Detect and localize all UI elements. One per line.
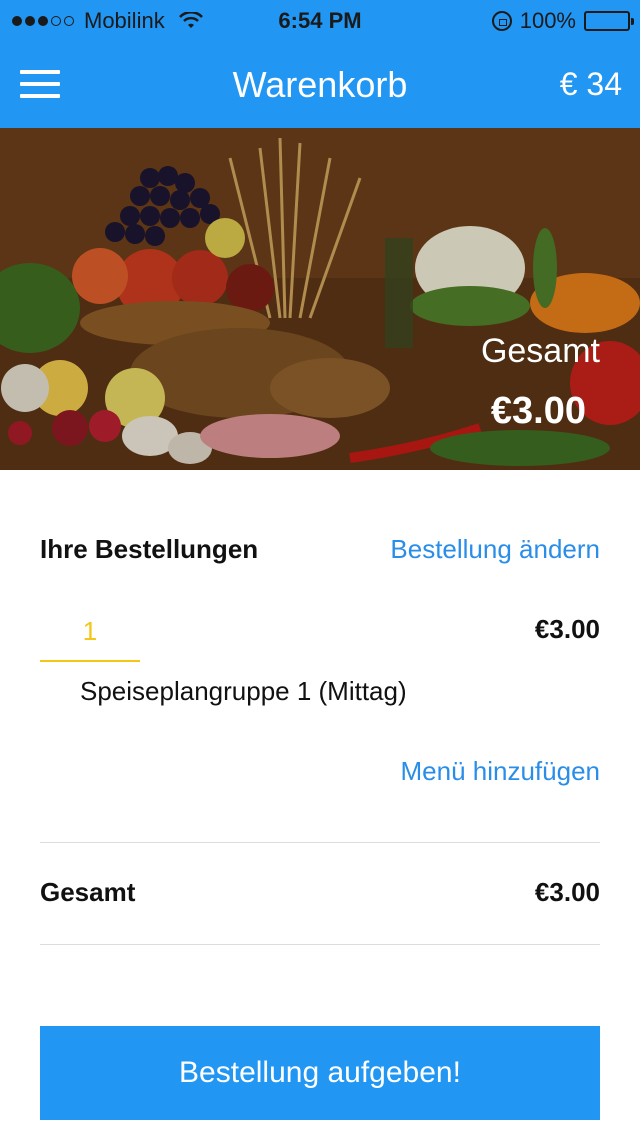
app-header: Mobilink 6:54 PM 100% Warenkorb € 34 — [0, 0, 640, 128]
status-bar: Mobilink 6:54 PM 100% — [0, 0, 640, 40]
hero-banner: Gesamt €3.00 — [0, 128, 640, 470]
status-right: 100% — [491, 8, 634, 34]
hero-total-label: Gesamt — [480, 332, 600, 370]
total-amount: €3.00 — [534, 877, 600, 907]
item-price: €3.00 — [534, 614, 600, 644]
nav-bar: Warenkorb € 34 — [0, 40, 640, 128]
page-title: Warenkorb — [232, 64, 408, 105]
divider — [40, 944, 600, 945]
battery-percent: 100% — [519, 8, 576, 33]
rotation-lock-icon — [491, 11, 512, 31]
orders-heading: Ihre Bestellungen — [40, 534, 259, 564]
item-name: Speiseplangruppe 1 (Mittag) — [80, 676, 407, 706]
add-menu-link[interactable]: Menü hinzufügen — [401, 756, 600, 787]
hero-total-amount: €3.00 — [490, 390, 586, 432]
edit-order-link[interactable]: Bestellung ändern — [390, 534, 600, 565]
divider — [40, 842, 600, 843]
place-order-button[interactable]: Bestellung aufgeben! — [40, 1026, 600, 1120]
quantity-input[interactable]: 1 — [40, 612, 140, 662]
battery-icon — [584, 11, 634, 31]
balance-badge[interactable]: € 34 — [560, 66, 622, 103]
total-label: Gesamt — [40, 877, 136, 907]
